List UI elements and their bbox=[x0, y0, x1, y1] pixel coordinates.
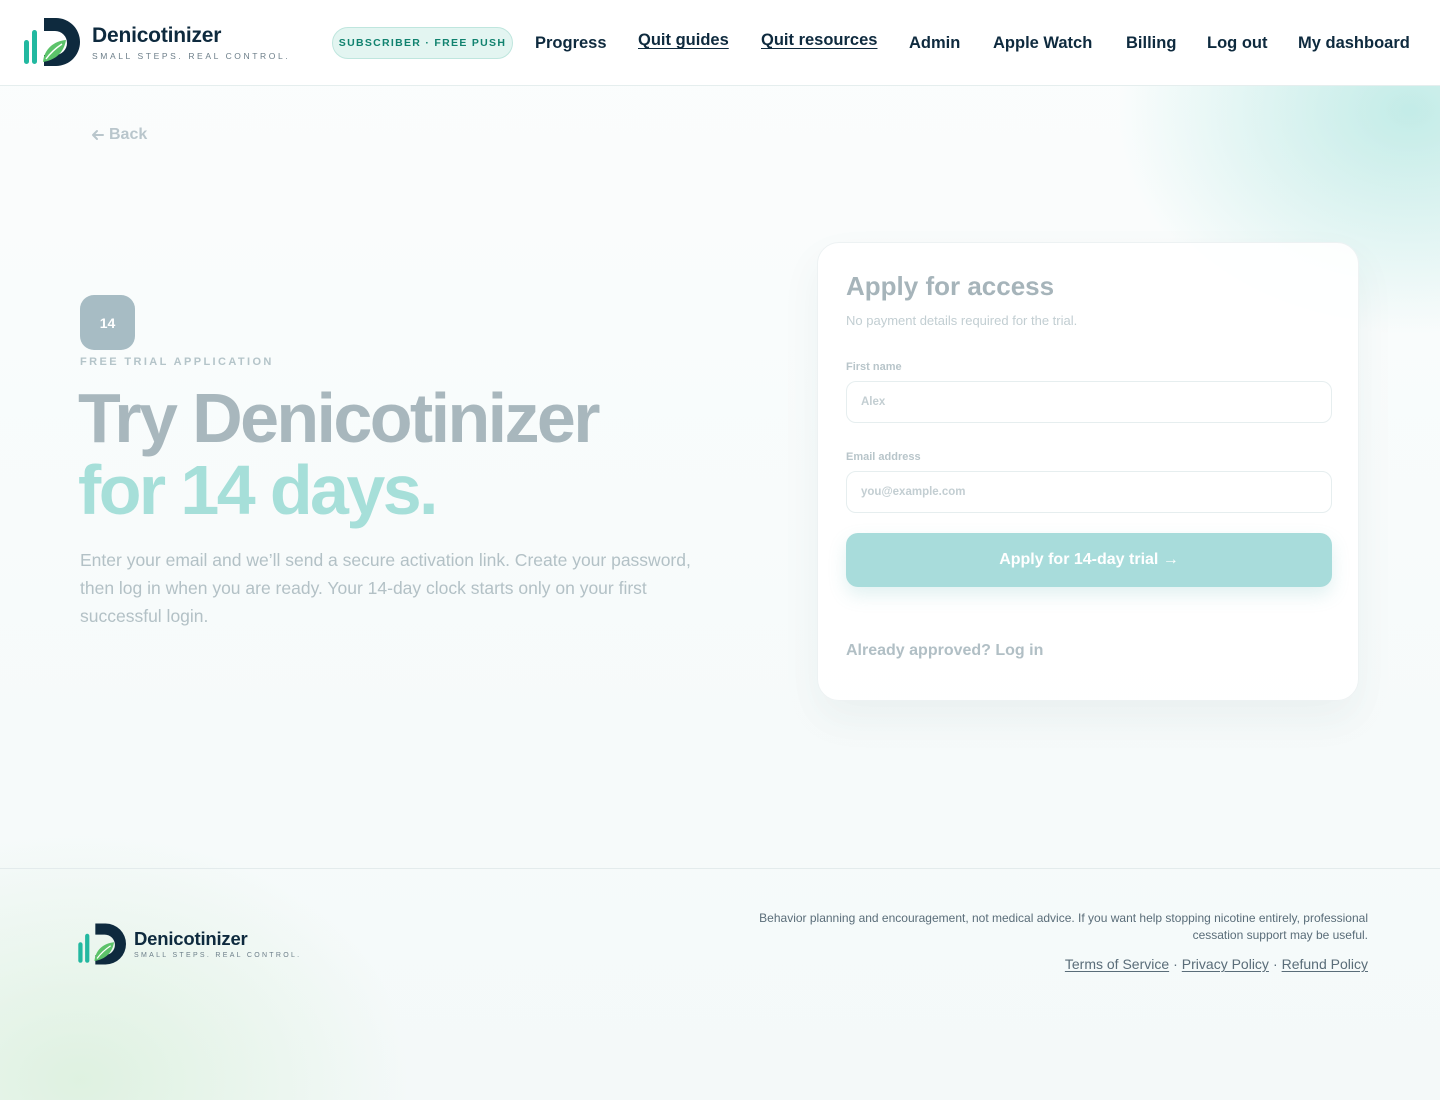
back-link[interactable]: Back bbox=[91, 126, 147, 144]
footer-disclaimer: Behavior planning and encouragement, not… bbox=[759, 911, 1368, 942]
first-name-input[interactable] bbox=[846, 381, 1332, 423]
footer-legal-links: Terms of Service · Privacy Policy · Refund P… bbox=[1065, 956, 1368, 972]
arrow-left-icon bbox=[92, 130, 104, 140]
nav-quit-resources[interactable]: Quit resources bbox=[761, 31, 877, 50]
nav-billing[interactable]: Billing bbox=[1126, 34, 1176, 53]
separator: · bbox=[1173, 956, 1178, 972]
denicotinizer-logo-icon bbox=[78, 923, 126, 965]
apply-form-card: Apply for access No payment details requ… bbox=[817, 242, 1359, 701]
back-label: Back bbox=[109, 126, 148, 143]
nav-my-dashboard[interactable]: My dashboard bbox=[1298, 34, 1410, 53]
apply-trial-button-label: Apply for 14-day trial → bbox=[999, 551, 1179, 568]
top-nav-bar: Denicotinizer SMALL STEPS. REAL CONTROL.… bbox=[0, 0, 1440, 86]
eyebrow-label: FREE TRIAL APPLICATION bbox=[80, 356, 274, 368]
separator: · bbox=[1272, 956, 1278, 972]
nav-log-out[interactable]: Log out bbox=[1207, 34, 1267, 53]
form-subtitle: No payment details required for the tria… bbox=[846, 313, 1078, 328]
form-title: Apply for access bbox=[846, 271, 1055, 301]
email-input[interactable] bbox=[846, 471, 1332, 513]
apply-trial-button[interactable]: Apply for 14-day trial → bbox=[846, 533, 1332, 587]
title-line-1: Try Denicotinizer bbox=[78, 379, 600, 457]
footer-brand-name: Denicotinizer bbox=[134, 928, 248, 949]
privacy-link[interactable]: Privacy Policy bbox=[1182, 956, 1269, 972]
nav-quit-guides[interactable]: Quit guides bbox=[638, 31, 729, 50]
nav-apple-watch[interactable]: Apple Watch bbox=[993, 34, 1092, 53]
login-link[interactable]: Already approved? Log in bbox=[846, 642, 1043, 660]
terms-link[interactable]: Terms of Service bbox=[1065, 956, 1169, 972]
refund-link[interactable]: Refund Policy bbox=[1282, 956, 1368, 972]
trial-days-badge: 14 bbox=[80, 295, 135, 350]
main-nav: Progress Quit guides Quit resources Admi… bbox=[0, 0, 1440, 86]
footer: Denicotinizer SMALL STEPS. REAL CONTROL.… bbox=[0, 868, 1440, 1100]
title-line-2: for 14 days. bbox=[78, 451, 438, 529]
nav-admin[interactable]: Admin bbox=[909, 34, 960, 53]
page-title: Try Denicotinizer for 14 days. bbox=[78, 379, 600, 529]
first-name-label: First name bbox=[846, 361, 902, 373]
footer-brand: Denicotinizer SMALL STEPS. REAL CONTROL. bbox=[76, 921, 301, 967]
nav-progress[interactable]: Progress bbox=[535, 34, 607, 53]
footer-brand-tagline: SMALL STEPS. REAL CONTROL. bbox=[134, 952, 302, 959]
email-label: Email address bbox=[846, 451, 921, 463]
intro-paragraph: Enter your email and we’ll send a secure… bbox=[80, 550, 691, 626]
